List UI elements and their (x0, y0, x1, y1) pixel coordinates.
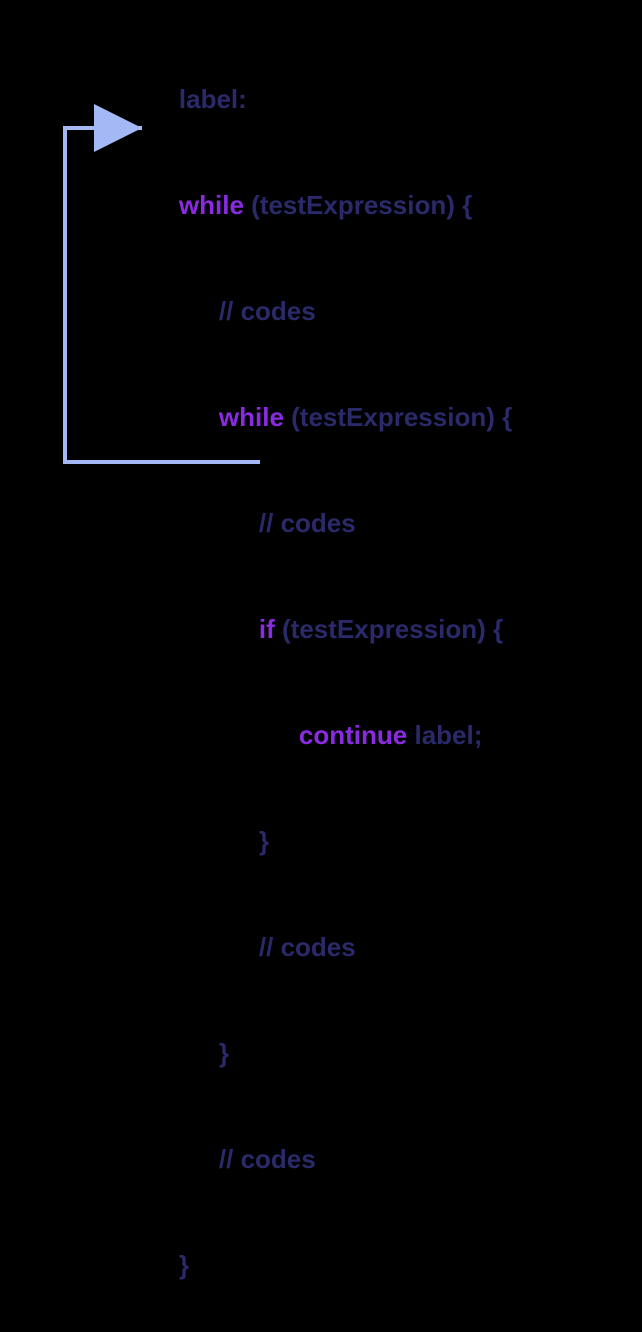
inner-while-line: while (testExpression) { (150, 378, 512, 456)
label-text: label: (179, 84, 247, 114)
while-keyword: while (219, 402, 284, 432)
if-close-brace: } (150, 802, 512, 880)
comment-text: // codes (259, 932, 356, 962)
if-keyword: if (259, 614, 275, 644)
while-keyword: while (179, 190, 244, 220)
outer-while-close-brace: } (150, 1226, 512, 1304)
continue-label: label; (407, 720, 482, 750)
codes-comment-inner-bottom: // codes (150, 908, 512, 986)
while-condition: (testExpression) { (244, 190, 472, 220)
while-condition: (testExpression) { (284, 402, 512, 432)
comment-text: // codes (219, 296, 316, 326)
codes-comment-outer-top: // codes (150, 272, 512, 350)
comment-text: // codes (219, 1144, 316, 1174)
brace-text: } (259, 826, 269, 856)
inner-while-close-brace: } (150, 1014, 512, 1092)
continue-line: continue label; (150, 696, 512, 774)
if-line: if (testExpression) { (150, 590, 512, 668)
continue-keyword: continue (299, 720, 407, 750)
outer-while-line: while (testExpression) { (150, 166, 512, 244)
label-declaration: label: (150, 60, 512, 138)
comment-text: // codes (259, 508, 356, 538)
brace-text: } (219, 1038, 229, 1068)
if-condition: (testExpression) { (275, 614, 503, 644)
codes-comment-inner-top: // codes (150, 484, 512, 562)
brace-text: } (179, 1250, 189, 1280)
code-block: label: while (testExpression) { // codes… (150, 60, 512, 1332)
codes-comment-outer-bottom: // codes (150, 1120, 512, 1198)
